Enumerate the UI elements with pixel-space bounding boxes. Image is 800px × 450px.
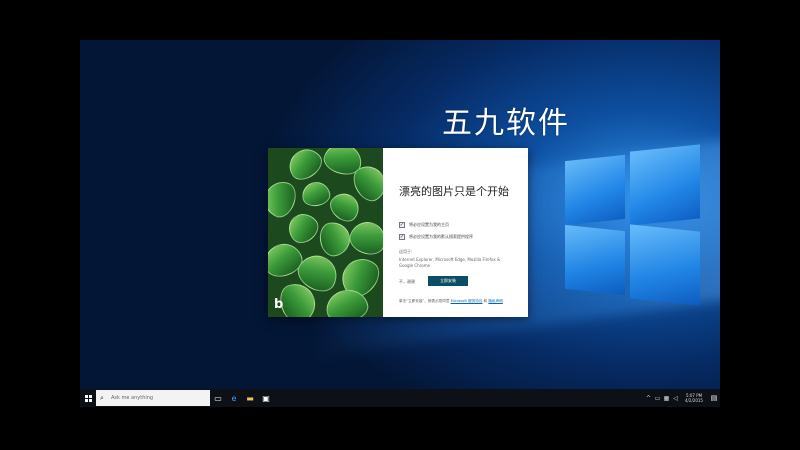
- search-input[interactable]: ⌕ Ask me anything: [96, 390, 210, 406]
- volume-icon[interactable]: ◁: [671, 389, 680, 407]
- notification-icon[interactable]: ▤: [708, 389, 720, 407]
- applies-to-label: 适用于:: [399, 249, 413, 254]
- leaf-shape: [345, 216, 383, 260]
- chevron-up-icon[interactable]: ^: [644, 389, 653, 407]
- bing-logo-icon: b: [274, 297, 284, 312]
- watermark-text: 五九软件: [442, 106, 570, 141]
- task-view-icon[interactable]: ▭: [210, 389, 226, 407]
- leaf-shape: [300, 179, 332, 209]
- windows-logo-icon: [84, 394, 92, 402]
- browser-list: Internet Explorer, Microsoft Edge, Mozil…: [399, 257, 501, 268]
- leaf-shape: [268, 176, 301, 222]
- dialog-title: 漂亮的图片只是个开始: [399, 185, 509, 198]
- default-search-option[interactable]: ✓ 将必应设置为我的默认搜索提供程序: [399, 233, 524, 241]
- clock[interactable]: 5:07 PM 4/2/2015: [680, 389, 708, 407]
- windows-logo-pane-bottom-right: [630, 224, 700, 306]
- taskbar: ⌕ Ask me anything ▭ e ▬ ▣ ^ ▭ ▦ ◁ 5:07 P…: [80, 389, 720, 407]
- succulent-image: b: [268, 148, 383, 317]
- dialog-content: 漂亮的图片只是个开始 ✓ 将必应设置为我的主页 ✓ 将必应设置为我的默认搜索提供…: [383, 148, 528, 317]
- service-agreement-link[interactable]: Microsoft 服务协议: [451, 299, 483, 303]
- homepage-option[interactable]: ✓ 将必应设置为我的主页: [399, 221, 524, 229]
- windows-start-icon[interactable]: [80, 389, 96, 407]
- windows-logo-pane-bottom-left: [565, 224, 625, 296]
- install-now-button[interactable]: 立即安装: [428, 276, 468, 286]
- system-tray: ^ ▭ ▦ ◁ 5:07 PM 4/2/2015 ▤: [644, 389, 720, 407]
- default-search-option-label: 将必应设置为我的默认搜索提供程序: [409, 234, 473, 239]
- leaf-shape: [282, 207, 324, 249]
- clock-date: 4/2/2015: [685, 398, 703, 403]
- leaf-shape: [283, 148, 327, 186]
- file-explorer-icon[interactable]: ▬: [242, 389, 258, 407]
- legal-text: 单击“立即安装”，即表示您同意 Microsoft 服务协议 和 隐私声明: [399, 299, 524, 304]
- windows-logo-pane-top-left: [565, 154, 625, 226]
- homepage-checkbox[interactable]: ✓: [399, 222, 405, 228]
- edge-icon[interactable]: e: [226, 389, 242, 407]
- bing-install-dialog: b 漂亮的图片只是个开始 ✓ 将必应设置为我的主页 ✓ 将必应设置为我的默认搜索…: [268, 148, 528, 317]
- search-placeholder: Ask me anything: [111, 395, 154, 401]
- homepage-option-label: 将必应设置为我的主页: [409, 222, 449, 227]
- leaf-shape: [317, 219, 353, 259]
- legal-prefix: 单击“立即安装”，即表示您同意: [399, 299, 450, 303]
- privacy-statement-link[interactable]: 隐私声明: [488, 299, 502, 303]
- default-search-checkbox[interactable]: ✓: [399, 234, 405, 240]
- no-thanks-link[interactable]: 不，谢谢: [399, 279, 415, 285]
- battery-icon[interactable]: ▭: [653, 389, 662, 407]
- network-icon[interactable]: ▦: [662, 389, 671, 407]
- store-icon[interactable]: ▣: [258, 389, 274, 407]
- search-icon: ⌕: [100, 393, 104, 402]
- windows-logo-pane-top-right: [630, 144, 700, 226]
